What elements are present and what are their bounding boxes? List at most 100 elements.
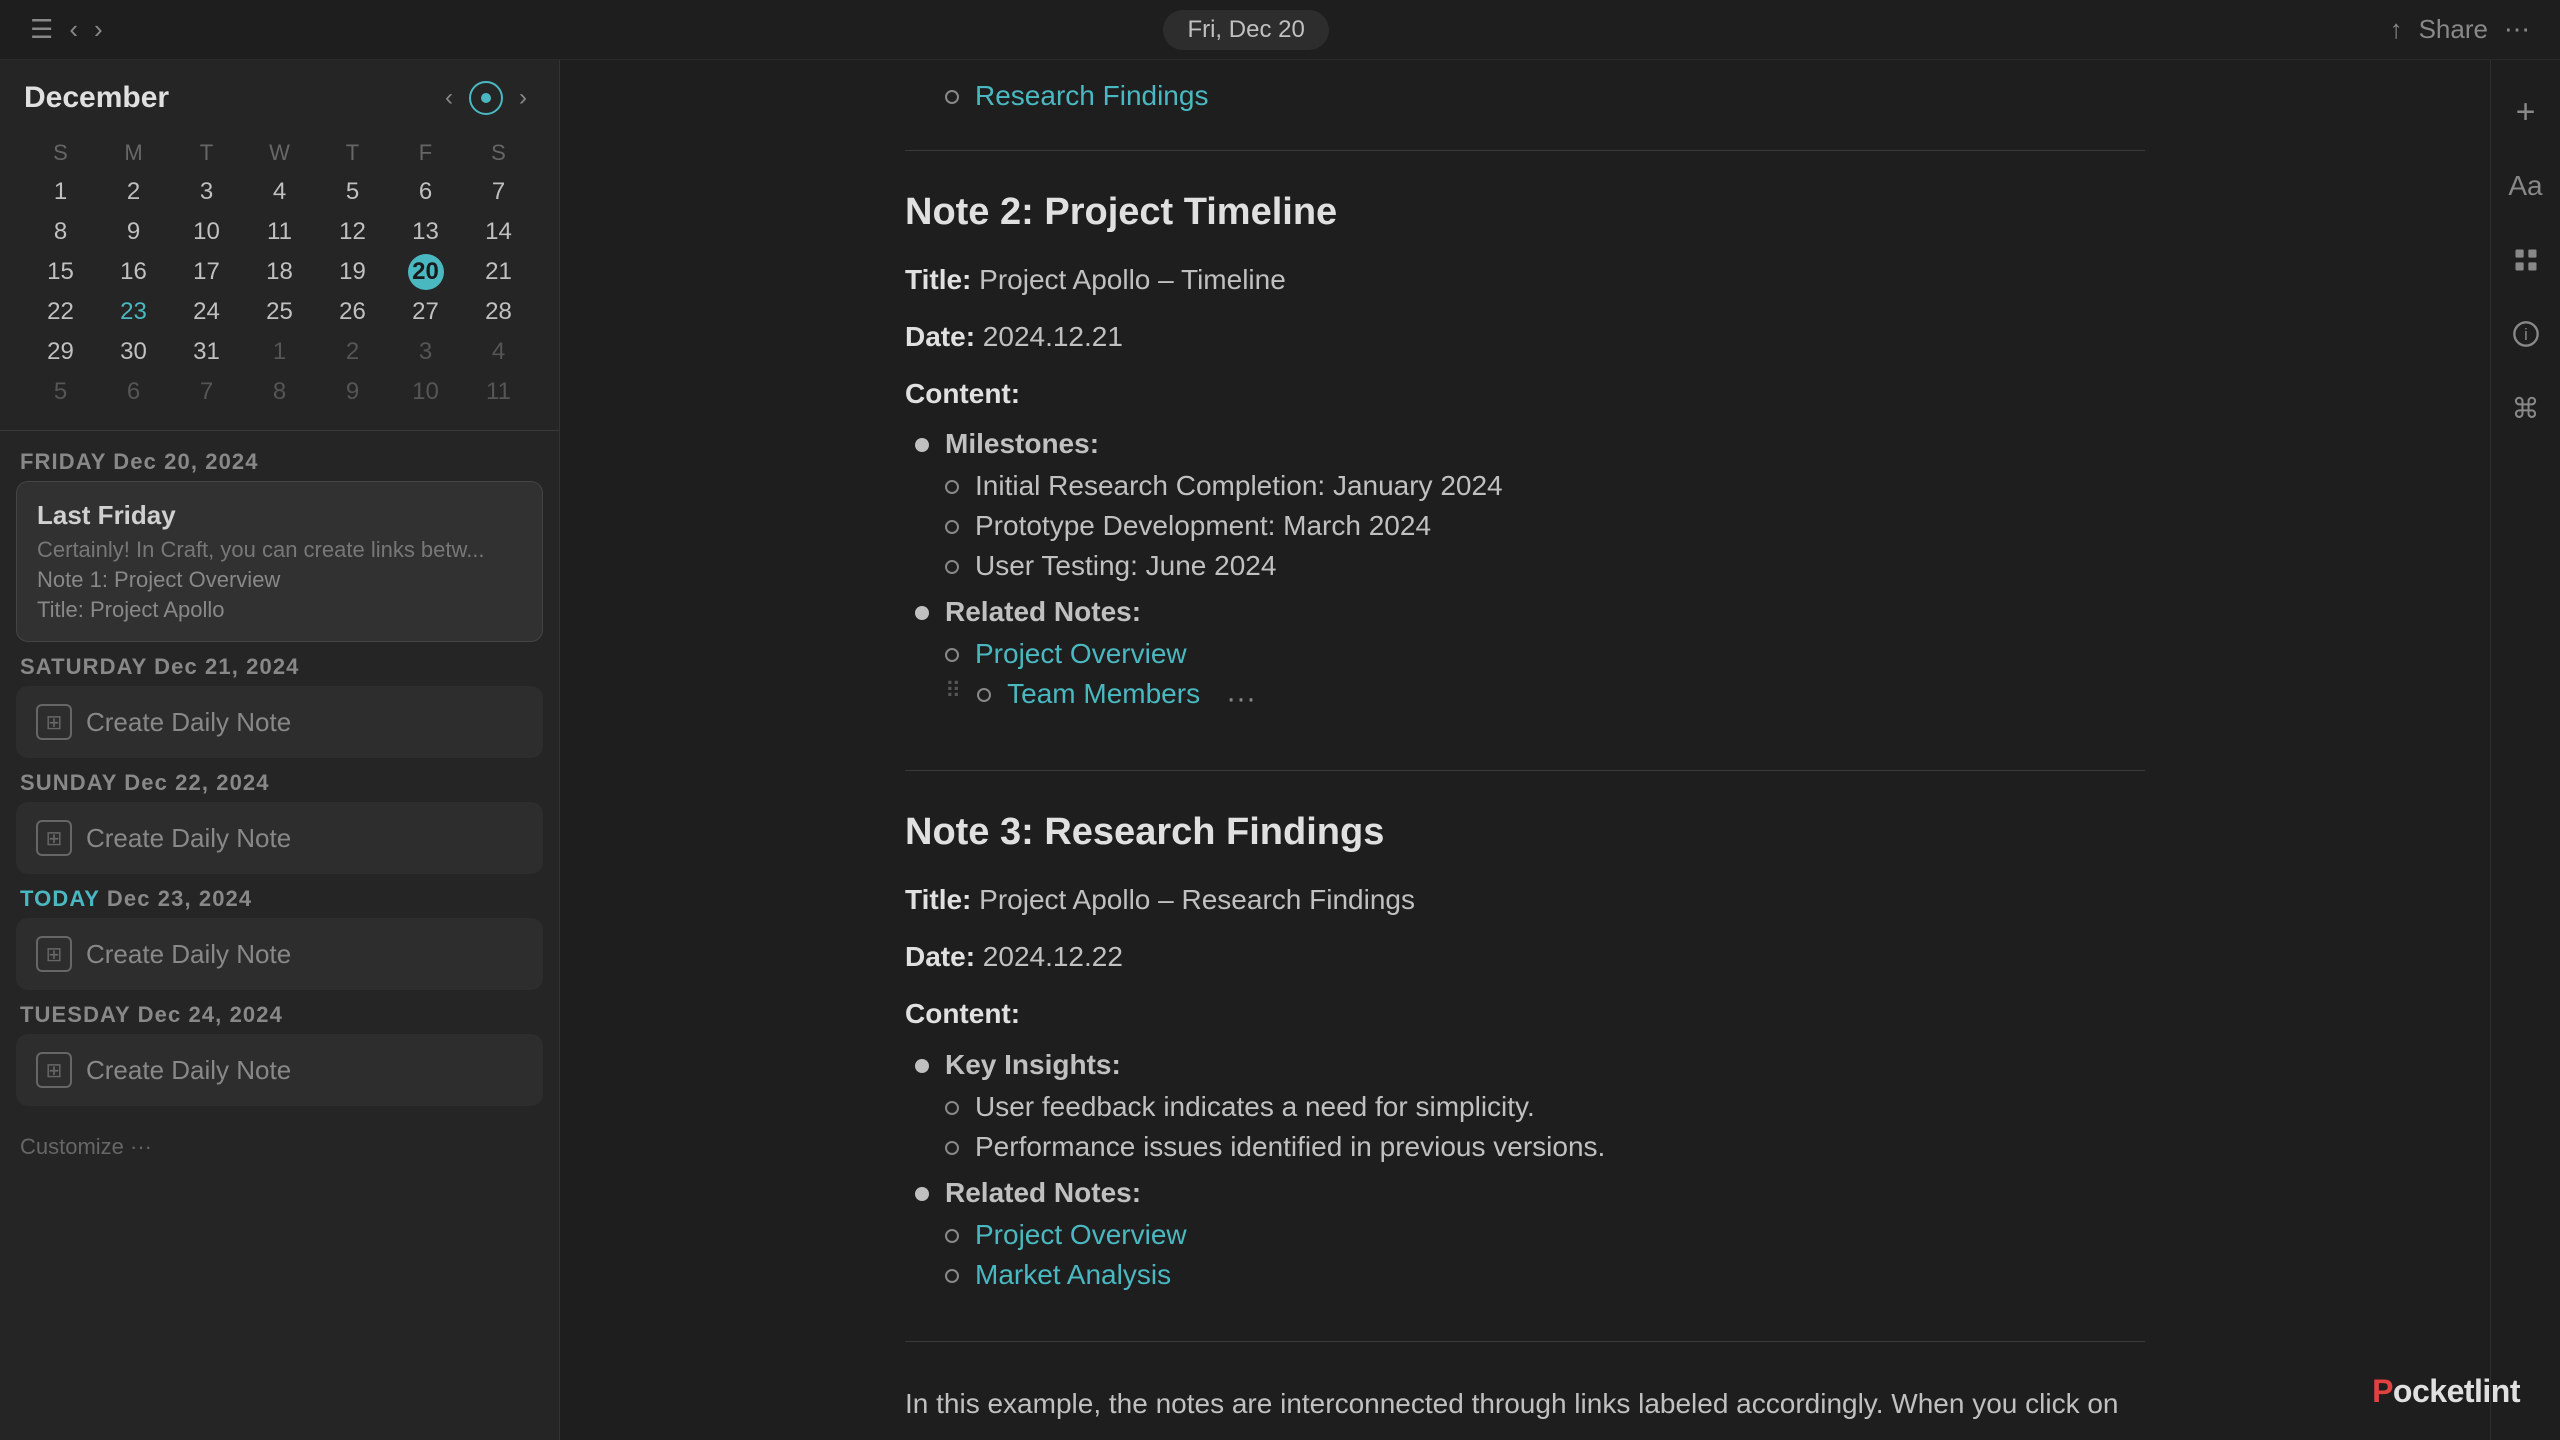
cal-day-25[interactable]: 25 [243,292,316,332]
drag-handle[interactable]: ⠿ [945,678,961,704]
cal-day-6[interactable]: 6 [389,172,462,212]
note3-date: Date: 2024.12.22 [905,935,2145,980]
today-create-note[interactable]: ⊞ Create Daily Note [36,936,523,972]
bullet-hollow [945,648,959,662]
cal-day-16[interactable]: 16 [97,252,170,292]
cal-day-17[interactable]: 17 [170,252,243,292]
cal-day-11[interactable]: 11 [243,212,316,252]
cal-day-jan1[interactable]: 1 [243,332,316,372]
bullet-hollow [977,688,991,702]
customize-btn[interactable]: Customize ··· [16,1118,543,1176]
research-findings-link[interactable]: Research Findings [975,80,1208,112]
cal-day-jan7[interactable]: 7 [170,372,243,412]
cal-day-21[interactable]: 21 [462,252,535,292]
date-pill[interactable]: Fri, Dec 20 [1163,10,1328,50]
watermark: Pocketlint [2372,1373,2520,1410]
cal-day-15[interactable]: 15 [24,252,97,292]
note3-insights-list: Key Insights: [905,1049,2145,1081]
cal-day-4[interactable]: 4 [243,172,316,212]
cal-day-jan6[interactable]: 6 [97,372,170,412]
related-label-2: Related Notes: [945,596,1141,628]
cal-day-7[interactable]: 7 [462,172,535,212]
project-overview-link-1[interactable]: Project Overview [975,638,1187,670]
cal-day-10[interactable]: 10 [170,212,243,252]
nav-forward-icon[interactable]: › [94,14,103,45]
project-overview-link-2[interactable]: Project Overview [975,1219,1187,1251]
list-item: User feedback indicates a need for simpl… [945,1091,2145,1123]
cal-day-12[interactable]: 12 [316,212,389,252]
cal-day-9[interactable]: 9 [97,212,170,252]
more-icon[interactable]: ⋯ [2504,14,2530,45]
note2-date: Date: 2024.12.21 [905,315,2145,360]
bottom-text: In this example, the notes are interconn… [905,1382,2145,1427]
today-text: TODAY [20,886,100,911]
cal-day-jan5[interactable]: 5 [24,372,97,412]
cal-day-3[interactable]: 3 [170,172,243,212]
cal-day-14[interactable]: 14 [462,212,535,252]
cmd-icon[interactable]: ⌘ [2504,386,2548,430]
cal-day-31[interactable]: 31 [170,332,243,372]
section-tuesday: TUESDAY Dec 24, 2024 ⊞ Create Daily Note [16,1002,543,1106]
cal-day-jan8[interactable]: 8 [243,372,316,412]
cal-day-29[interactable]: 29 [24,332,97,372]
cal-day-28[interactable]: 28 [462,292,535,332]
sunday-card[interactable]: ⊞ Create Daily Note [16,802,543,874]
section-friday: FRIDAY Dec 20, 2024 Last Friday Certainl… [16,449,543,642]
bullet-filled [915,1059,929,1073]
bullet-hollow [945,520,959,534]
cal-week-1: 1 2 3 4 5 6 7 [24,172,535,212]
three-dot-menu-btn[interactable]: ··· [1216,678,1266,720]
cal-week-3: 15 16 17 18 19 20 21 [24,252,535,292]
today-card[interactable]: ⊞ Create Daily Note [16,918,543,990]
cal-day-jan10[interactable]: 10 [389,372,462,412]
saturday-card[interactable]: ⊞ Create Daily Note [16,686,543,758]
top-bar-left: ☰ ‹ › [30,14,103,45]
cal-day-13[interactable]: 13 [389,212,462,252]
cal-today-btn[interactable] [469,81,503,115]
key-insights-label: Key Insights: [945,1049,1121,1081]
cal-day-19[interactable]: 19 [316,252,389,292]
friday-card[interactable]: Last Friday Certainly! In Craft, you can… [16,481,543,642]
font-icon[interactable]: Aa [2504,164,2548,208]
market-analysis-link[interactable]: Market Analysis [975,1259,1171,1291]
friday-card-sub2: Title: Project Apollo [37,597,522,623]
cal-day-18[interactable]: 18 [243,252,316,292]
cal-day-22[interactable]: 22 [24,292,97,332]
cal-day-8[interactable]: 8 [24,212,97,252]
share-icon[interactable]: ↑ [2390,14,2403,45]
add-btn[interactable]: + [2504,90,2548,134]
nav-back-icon[interactable]: ‹ [69,14,78,45]
note2-block: Note 2: Project Timeline Title: Project … [905,191,2145,720]
tuesday-card[interactable]: ⊞ Create Daily Note [16,1034,543,1106]
team-members-link[interactable]: Team Members [1007,678,1200,710]
friday-card-title: Last Friday [37,500,522,531]
sidebar-toggle-icon[interactable]: ☰ [30,14,53,45]
sunday-create-note[interactable]: ⊞ Create Daily Note [36,820,523,856]
cal-day-26[interactable]: 26 [316,292,389,332]
cal-day-jan11[interactable]: 11 [462,372,535,412]
cal-day-30[interactable]: 30 [97,332,170,372]
cal-day-jan3[interactable]: 3 [389,332,462,372]
cal-day-jan4[interactable]: 4 [462,332,535,372]
note3-content-label: Content: [905,992,2145,1037]
cal-day-23[interactable]: 23 [97,292,170,332]
grid-icon[interactable] [2504,238,2548,282]
tuesday-create-note[interactable]: ⊞ Create Daily Note [36,1052,523,1088]
cal-prev-btn[interactable]: ‹ [437,80,461,116]
cal-day-jan9[interactable]: 9 [316,372,389,412]
insight-2: Performance issues identified in previou… [975,1131,1605,1163]
cal-day-20-today[interactable]: 20 [408,254,444,290]
cal-header-sun: S [24,134,97,172]
cal-header-thu: T [316,134,389,172]
cal-day-1[interactable]: 1 [24,172,97,212]
cal-day-5[interactable]: 5 [316,172,389,212]
cal-day-24[interactable]: 24 [170,292,243,332]
cal-next-btn[interactable]: › [511,80,535,116]
saturday-create-note[interactable]: ⊞ Create Daily Note [36,704,523,740]
cal-day-2[interactable]: 2 [97,172,170,212]
info-icon[interactable]: i [2504,312,2548,356]
note3-related-sub: Project Overview Market Analysis [905,1219,2145,1291]
share-label[interactable]: Share [2419,14,2488,45]
cal-day-jan2[interactable]: 2 [316,332,389,372]
cal-day-27[interactable]: 27 [389,292,462,332]
